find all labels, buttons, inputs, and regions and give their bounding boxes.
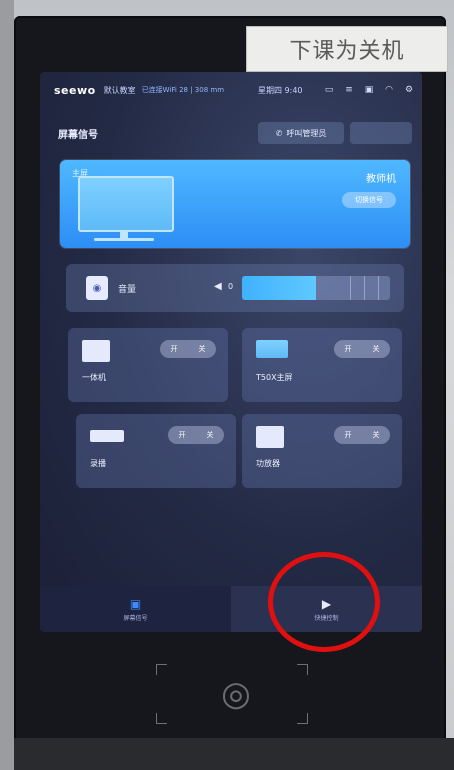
device-card-all-in-one[interactable]: 一体机 开 关 bbox=[68, 328, 228, 402]
signal-source-card[interactable]: 主屏 教师机 切换信号 bbox=[60, 160, 410, 248]
device-card-amplifier[interactable]: 功放器 开 关 bbox=[242, 414, 402, 488]
power-on-button[interactable]: 开 bbox=[168, 426, 196, 444]
page-title: 屏幕信号 bbox=[58, 130, 98, 141]
power-off-button[interactable]: 关 bbox=[362, 426, 390, 444]
phone-icon: ✆ bbox=[275, 128, 283, 138]
tab-screen-signal[interactable]: ▣ 屏幕信号 bbox=[40, 586, 231, 632]
speaker-icon[interactable]: ◀ bbox=[214, 281, 222, 292]
power-on-button[interactable]: 开 bbox=[160, 340, 188, 358]
red-annotation-circle bbox=[268, 552, 380, 652]
volume-segment bbox=[364, 276, 365, 300]
device-card-recorder[interactable]: 录播 开 关 bbox=[76, 414, 236, 488]
menu-icon[interactable]: ≡ bbox=[344, 85, 354, 95]
main-screen-icon bbox=[256, 340, 288, 358]
power-on-button[interactable]: 开 bbox=[334, 426, 362, 444]
touch-screen: seewo 默认教室 已连接WiFi 28 | 308 mm 星期四 9:40 … bbox=[40, 72, 422, 632]
power-off-button[interactable]: 关 bbox=[196, 426, 224, 444]
shutdown-sticker: 下课为关机 bbox=[246, 26, 448, 72]
status-icons: ▭ ≡ ▣ ◠ ⚙ bbox=[324, 84, 414, 95]
brand-logo: seewo bbox=[54, 83, 96, 97]
device-name: 功放器 bbox=[256, 459, 280, 468]
volume-segment bbox=[350, 276, 351, 300]
screen-signal-icon: ▣ bbox=[129, 596, 142, 611]
volume-slider[interactable] bbox=[242, 276, 390, 300]
tab-label: 屏幕信号 bbox=[123, 614, 148, 622]
power-toggle[interactable]: 开 关 bbox=[168, 426, 224, 444]
volume-value: 0 bbox=[228, 282, 234, 291]
device-name: 录播 bbox=[90, 459, 106, 468]
power-toggle[interactable]: 开 关 bbox=[334, 340, 390, 358]
volume-fill bbox=[242, 276, 316, 300]
power-off-button[interactable]: 关 bbox=[362, 340, 390, 358]
power-off-button[interactable]: 关 bbox=[188, 340, 216, 358]
recorder-icon bbox=[90, 430, 124, 442]
screen-icon[interactable]: ▭ bbox=[324, 85, 334, 95]
call-admin-label: 呼叫管理员 bbox=[286, 128, 327, 138]
all-in-one-icon bbox=[82, 340, 110, 362]
nfc-corner bbox=[297, 713, 308, 724]
power-on-button[interactable]: 开 bbox=[334, 340, 362, 358]
status-bar: seewo 默认教室 已连接WiFi 28 | 308 mm 星期四 9:40 … bbox=[40, 80, 422, 100]
nfc-card-icon: ◎ bbox=[221, 674, 251, 714]
device-card-main-screen[interactable]: T50X主屏 开 关 bbox=[242, 328, 402, 402]
nfc-corner bbox=[156, 713, 167, 724]
device-name: 一体机 bbox=[82, 373, 106, 382]
device-name: T50X主屏 bbox=[256, 373, 293, 382]
nfc-corner bbox=[297, 664, 308, 675]
floor-shadow bbox=[14, 738, 454, 770]
extra-button[interactable] bbox=[350, 122, 412, 144]
settings-icon[interactable]: ⚙ bbox=[404, 85, 414, 95]
wifi-icon: ◠ bbox=[385, 84, 393, 95]
room-mode: 默认教室 bbox=[103, 85, 136, 95]
power-toggle[interactable]: 开 关 bbox=[334, 426, 390, 444]
volume-label: 音量 bbox=[118, 285, 137, 295]
volume-card: ◉ 音量 ◀ 0 bbox=[66, 264, 404, 312]
connection-info: 已连接WiFi 28 | 308 mm bbox=[141, 86, 225, 94]
call-admin-button[interactable]: ✆ 呼叫管理员 bbox=[258, 122, 344, 144]
status-time: 星期四 9:40 bbox=[258, 85, 303, 95]
display-icon[interactable]: ▣ bbox=[364, 85, 374, 95]
power-toggle[interactable]: 开 关 bbox=[160, 340, 216, 358]
wall-edge bbox=[0, 0, 14, 770]
monitor-base bbox=[94, 238, 154, 241]
volume-device-icon: ◉ bbox=[86, 276, 108, 300]
source-name: 教师机 bbox=[366, 174, 396, 185]
switch-signal-button[interactable]: 切换信号 bbox=[342, 192, 396, 208]
monitor-icon bbox=[78, 176, 174, 232]
nfc-corner bbox=[156, 664, 167, 675]
volume-segment bbox=[378, 276, 379, 300]
amplifier-icon bbox=[256, 426, 284, 448]
